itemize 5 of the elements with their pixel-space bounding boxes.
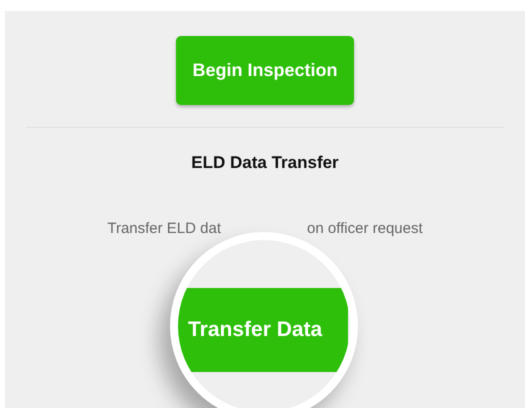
section-title: ELD Data Transfer — [191, 153, 339, 173]
transfer-data-button[interactable]: Transfer Data — [178, 288, 348, 372]
begin-inspection-button[interactable]: Begin Inspection — [176, 36, 354, 105]
section-description: Transfer ELD dat — [107, 220, 222, 237]
section-description: on officer request — [307, 220, 423, 237]
